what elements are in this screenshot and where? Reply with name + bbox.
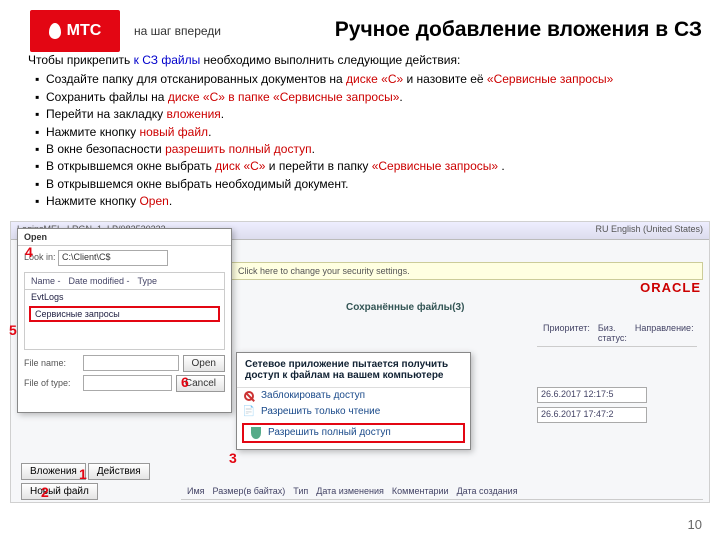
slide: МТС на шаг впереди Ручное добавление вло… xyxy=(0,0,720,540)
bullet-list: Создайте папку для отсканированных докум… xyxy=(28,71,692,210)
right-fields: Приоритет:Биз. статус:Направление: 26.6.… xyxy=(537,320,697,423)
callout-1: 1 xyxy=(79,466,87,482)
open-button[interactable]: Open xyxy=(183,355,225,372)
screenshot-area: LoginsMEL_LRGN_1_LP/082520233 RU English… xyxy=(10,221,710,503)
bullet-6: В открывшемся окне выбрать диск «С» и пе… xyxy=(46,158,692,175)
folder-1[interactable]: EvtLogs xyxy=(25,290,224,304)
mts-logo: МТС xyxy=(30,10,120,52)
sec-block[interactable]: Заблокировать доступ xyxy=(237,388,470,404)
filetype-input[interactable] xyxy=(83,375,172,391)
instructions: Чтобы прикрепить к СЗ файлы необходимо в… xyxy=(0,42,720,215)
lang-indicator: RU English (United States) xyxy=(595,224,703,234)
intro-pre: Чтобы прикрепить xyxy=(28,53,134,67)
grid-header: Имя Размер(в байтах) Тип Дата изменения … xyxy=(181,483,703,500)
date-2: 26.6.2017 17:47:2 xyxy=(537,407,647,423)
callout-3: 3 xyxy=(229,450,237,466)
lookin-row: Look in: C:\Client\C$ xyxy=(18,246,231,270)
tab-actions[interactable]: Действия xyxy=(88,463,150,480)
filetype-row: File of type: Cancel xyxy=(18,375,231,396)
logo-text: МТС xyxy=(67,22,102,40)
block-icon xyxy=(244,391,254,401)
bullet-2: Сохранить файлы на диске «С» в папке «Се… xyxy=(46,89,692,106)
sec-readonly[interactable]: 📄Разрешить только чтение xyxy=(237,404,470,420)
bullet-1: Создайте папку для отсканированных докум… xyxy=(46,71,692,88)
bullet-5: В окне безопасности разрешить полный дос… xyxy=(46,141,692,158)
file-list[interactable]: Name -Date modified -Type EvtLogs Сервис… xyxy=(24,272,225,350)
sec-allow-full[interactable]: Разрешить полный доступ xyxy=(242,423,465,443)
callout-5: 5 xyxy=(9,322,17,338)
bottom-toolbar: Новый файл xyxy=(21,483,98,500)
intro-link[interactable]: к СЗ файлы xyxy=(134,53,201,67)
bullet-8: Нажмите кнопку Open. xyxy=(46,193,692,210)
filename-input[interactable] xyxy=(83,355,179,371)
egg-icon xyxy=(49,23,61,39)
security-warning-bar[interactable]: Click here to change your security setti… xyxy=(231,262,703,280)
tab-attachments[interactable]: Вложения xyxy=(21,463,86,480)
new-file-button[interactable]: Новый файл xyxy=(21,483,98,500)
oracle-logo: ORACLE xyxy=(640,280,701,295)
date-1: 26.6.2017 12:17:5 xyxy=(537,387,647,403)
page-number: 10 xyxy=(688,517,702,532)
intro-post: необходимо выполнить следующие действия: xyxy=(200,53,460,67)
saved-files-header: Сохранённые файлы(3) xyxy=(346,302,464,313)
security-dialog: Сетевое приложение пытается получить дос… xyxy=(236,352,471,450)
intro-line: Чтобы прикрепить к СЗ файлы необходимо в… xyxy=(28,52,692,69)
callout-4: 4 xyxy=(25,244,33,260)
path-field[interactable]: C:\Client\C$ xyxy=(58,250,168,266)
folder-service-requests[interactable]: Сервисные запросы xyxy=(29,306,220,322)
bullet-3: Перейти на закладку вложения. xyxy=(46,106,692,123)
bullet-7: В открывшемся окне выбрать необходимый д… xyxy=(46,176,692,193)
shield-icon xyxy=(251,427,261,439)
slogan: на шаг впереди xyxy=(134,24,221,38)
security-heading: Сетевое приложение пытается получить дос… xyxy=(237,353,470,388)
callout-6: 6 xyxy=(181,374,189,390)
open-title: Open xyxy=(18,229,231,246)
readonly-icon: 📄 xyxy=(243,406,255,418)
callout-2: 2 xyxy=(41,484,49,500)
filename-row: File name: Open xyxy=(18,352,231,375)
bullet-4: Нажмите кнопку новый файл. xyxy=(46,124,692,141)
open-dialog: Open Look in: C:\Client\C$ Name -Date mo… xyxy=(17,228,232,413)
